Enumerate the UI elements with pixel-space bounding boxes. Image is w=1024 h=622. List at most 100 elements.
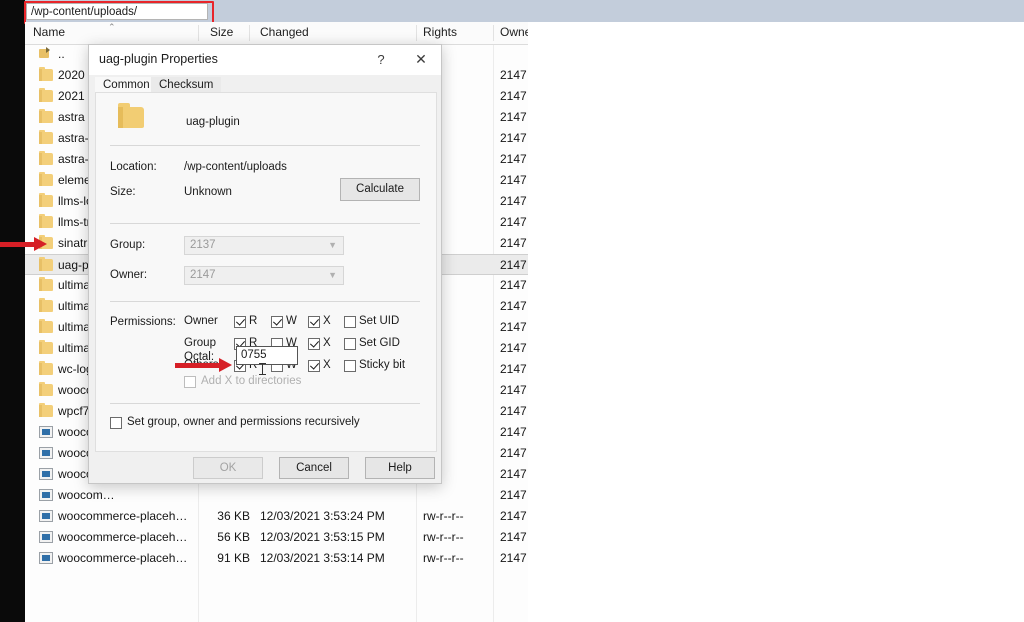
folder-icon xyxy=(39,111,53,123)
image-file-icon xyxy=(39,468,53,480)
dialog-file-summary: uag-plugin xyxy=(96,93,434,141)
cell-owner: 2147 xyxy=(500,258,528,272)
perm-r-label: R xyxy=(249,315,257,327)
add-x-label: Add X to directories xyxy=(201,375,301,387)
cell-owner: 2147 xyxy=(500,530,528,544)
calculate-button[interactable]: Calculate xyxy=(340,178,420,201)
perm-x-label: X xyxy=(323,359,331,371)
cell-name: woocom… xyxy=(58,488,198,502)
cell-owner: 2147 xyxy=(500,131,528,145)
chevron-down-icon: ▼ xyxy=(328,270,337,280)
dialog-title-bar: uag-plugin Properties ? ✕ xyxy=(89,45,441,76)
octal-input[interactable]: 0755 xyxy=(236,346,298,365)
cell-changed: 12/03/2021 3:53:15 PM xyxy=(260,530,415,544)
header-divider-2[interactable] xyxy=(249,25,250,41)
octal-value: 0755 xyxy=(241,349,267,361)
divider-1 xyxy=(110,145,420,146)
image-file-icon xyxy=(39,531,53,543)
owner-select[interactable]: 2147 ▼ xyxy=(184,266,344,285)
folder-icon xyxy=(39,300,53,312)
folder-icon xyxy=(39,384,53,396)
dialog-common-panel: uag-plugin Location: /wp-content/uploads… xyxy=(95,92,437,452)
cell-owner: 2147 xyxy=(500,194,528,208)
header-divider-1[interactable] xyxy=(198,25,199,41)
recursive-checkbox[interactable] xyxy=(110,417,122,429)
cell-owner: 2147 xyxy=(500,320,528,334)
cell-rights: rw-r--r-- xyxy=(423,530,493,544)
column-header-changed[interactable]: Changed xyxy=(260,25,309,39)
folder-icon xyxy=(118,107,144,128)
cell-owner: 2147 xyxy=(500,509,528,523)
cell-size: 91 KB xyxy=(165,551,250,565)
column-header-name[interactable]: Name xyxy=(33,25,65,39)
help-icon[interactable]: ? xyxy=(363,45,399,74)
group-select[interactable]: 2137 ▼ xyxy=(184,236,344,255)
cell-owner: 2147 xyxy=(500,362,528,376)
cell-owner: 2147 xyxy=(500,152,528,166)
cell-owner: 2147 xyxy=(500,467,528,481)
folder-icon xyxy=(39,259,53,271)
properties-dialog: uag-plugin Properties ? ✕ Common Checksu… xyxy=(88,44,442,484)
image-file-icon xyxy=(39,447,53,459)
perm-owner-x-checkbox[interactable] xyxy=(308,316,320,328)
table-row[interactable]: woocommerce-placeh…91 KB12/03/2021 3:53:… xyxy=(25,548,528,569)
close-icon[interactable]: ✕ xyxy=(403,45,439,74)
octal-label: Octal: xyxy=(184,351,214,363)
ok-button[interactable]: OK xyxy=(193,457,263,479)
perm-who-label: Group xyxy=(184,337,216,349)
folder-icon xyxy=(39,342,53,354)
folder-icon xyxy=(39,279,53,291)
special-label: Set GID xyxy=(359,337,400,349)
owner-value: 2147 xyxy=(190,269,216,281)
text-cursor-icon xyxy=(262,363,263,375)
special-set-gid-checkbox[interactable] xyxy=(344,338,356,350)
cell-changed: 12/03/2021 3:53:14 PM xyxy=(260,551,415,565)
add-x-checkbox[interactable] xyxy=(184,376,196,388)
cell-size: 36 KB xyxy=(165,509,250,523)
chevron-down-icon: ▼ xyxy=(328,240,337,250)
help-button[interactable]: Help xyxy=(365,457,435,479)
perm-group-x-checkbox[interactable] xyxy=(308,338,320,350)
cell-owner: 2147 xyxy=(500,551,528,565)
header-divider-4[interactable] xyxy=(493,25,494,41)
cell-owner: 2147 xyxy=(500,404,528,418)
size-label: Size: xyxy=(110,186,136,198)
image-file-icon xyxy=(39,552,53,564)
cell-owner: 2147 xyxy=(500,488,528,502)
column-header-owner[interactable]: Owner xyxy=(500,25,528,39)
table-row[interactable]: woocommerce-placeh…56 KB12/03/2021 3:53:… xyxy=(25,527,528,548)
cell-owner: 2147 xyxy=(500,383,528,397)
cell-owner: 2147 xyxy=(500,89,528,103)
header-divider-3[interactable] xyxy=(416,25,417,41)
path-input[interactable]: /wp-content/uploads/ xyxy=(26,3,208,20)
owner-label: Owner: xyxy=(110,269,147,281)
special-sticky-bit-checkbox[interactable] xyxy=(344,360,356,372)
table-row[interactable]: woocom… 2147 xyxy=(25,485,528,506)
cell-owner: 2147 xyxy=(500,446,528,460)
location-value: /wp-content/uploads xyxy=(184,161,287,173)
permissions-label: Permissions: xyxy=(110,316,176,328)
perm-w-label: W xyxy=(286,315,297,327)
left-dark-margin xyxy=(0,0,25,622)
perm-x-label: X xyxy=(323,315,331,327)
special-label: Sticky bit xyxy=(359,359,405,371)
perm-owner-w-checkbox[interactable] xyxy=(271,316,283,328)
cell-owner: 2147 xyxy=(500,236,528,250)
column-header-row[interactable]: Name ⌃ Size Changed Rights Owner xyxy=(25,22,528,45)
size-value: Unknown xyxy=(184,186,232,198)
folder-icon xyxy=(39,405,53,417)
group-value: 2137 xyxy=(190,239,216,251)
column-header-size[interactable]: Size xyxy=(210,25,233,39)
folder-icon xyxy=(39,90,53,102)
divider-2 xyxy=(110,223,420,224)
cell-rights: rw-r--r-- xyxy=(423,551,493,565)
perm-others-x-checkbox[interactable] xyxy=(308,360,320,372)
cell-owner: 2147 xyxy=(500,68,528,82)
table-row[interactable]: woocommerce-placeh…36 KB12/03/2021 3:53:… xyxy=(25,506,528,527)
cancel-button[interactable]: Cancel xyxy=(279,457,349,479)
perm-owner-r-checkbox[interactable] xyxy=(234,316,246,328)
cell-owner: 2147 xyxy=(500,215,528,229)
column-header-rights[interactable]: Rights xyxy=(423,25,457,39)
special-set-uid-checkbox[interactable] xyxy=(344,316,356,328)
path-bar[interactable]: /wp-content/uploads/ xyxy=(24,1,214,22)
